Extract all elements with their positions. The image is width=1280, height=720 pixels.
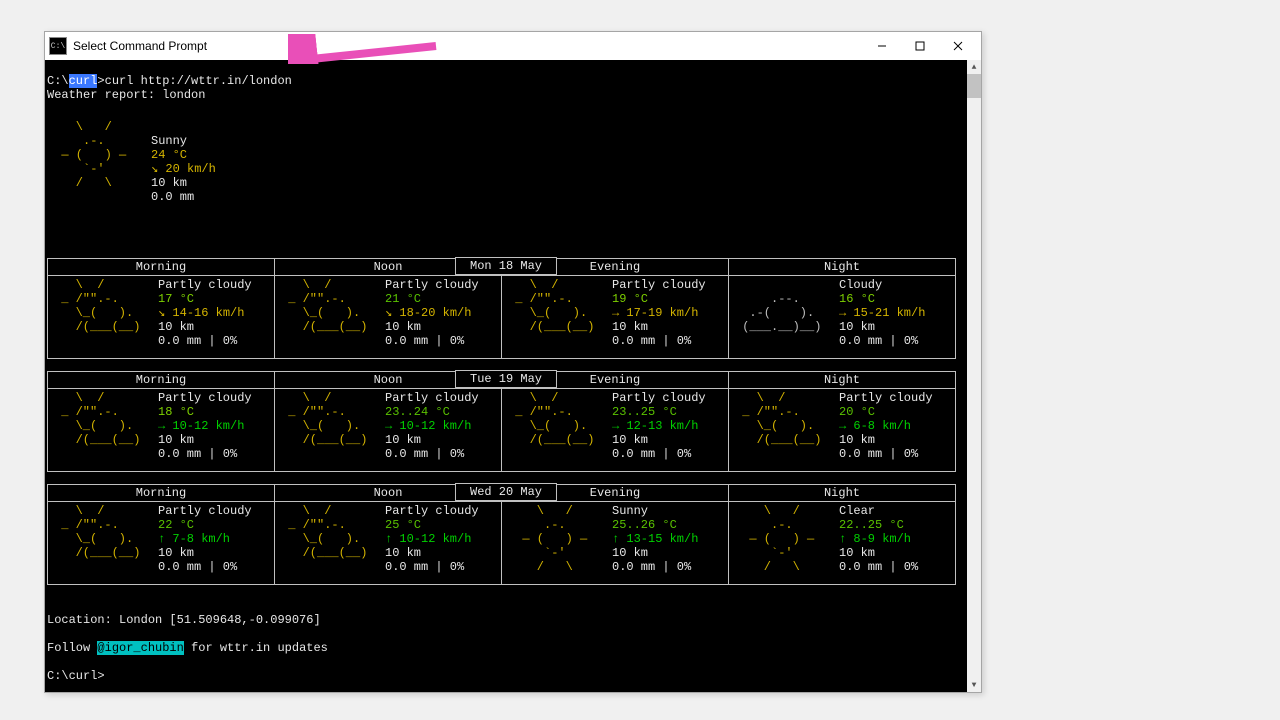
follow-pre: Follow: [47, 641, 97, 655]
forecast-cell: \ / _ /"".-. \_( ). /(___(__) Partly clo…: [729, 389, 956, 472]
period-header: Morning: [48, 372, 275, 389]
current-vis: 10 km: [151, 176, 187, 190]
command-prompt-window: C:\ Select Command Prompt C:\curl>curl h…: [44, 31, 982, 693]
period-header: Night: [729, 372, 956, 389]
maximize-button[interactable]: [901, 35, 939, 57]
final-prompt[interactable]: C:\curl>: [47, 669, 105, 683]
forecast-cell: \ / _ /"".-. \_( ). /(___(__) Partly clo…: [502, 276, 729, 359]
forecast-data: Cloudy 16 °C → 15-21 km/h 10 km 0.0 mm |…: [839, 278, 925, 348]
weather-ascii-icon: \ / _ /"".-. \_( ). /(___(__): [735, 391, 839, 461]
forecast-data: Clear 22..25 °C ↑ 8-9 km/h 10 km 0.0 mm …: [839, 504, 918, 574]
current-ascii: \ / .-. ― ( ) ― `-' / \: [47, 120, 151, 218]
prompt-command: >curl http://wttr.in/london: [97, 74, 291, 88]
current-wind: ↘ 20 km/h: [151, 162, 216, 176]
scroll-up-icon[interactable]: ▲: [967, 60, 981, 74]
period-header: Night: [729, 485, 956, 502]
terminal-body[interactable]: C:\curl>curl http://wttr.in/london Weath…: [45, 60, 981, 692]
forecast-data: Partly cloudy 23..24 °C → 10-12 km/h 10 …: [385, 391, 479, 461]
forecast-date: Wed 20 May: [455, 483, 557, 501]
current-cond: Sunny: [151, 134, 187, 148]
report-header: Weather report: london: [47, 88, 205, 102]
weather-ascii-icon: \ / .-. ― ( ) ― `-' / \: [508, 504, 612, 574]
forecast-date: Tue 19 May: [455, 370, 557, 388]
forecast-day: Tue 19 MayMorningNoonEveningNight \ / _ …: [47, 371, 965, 472]
weather-ascii-icon: \ / _ /"".-. \_( ). /(___(__): [54, 391, 158, 461]
forecast-cell: \ / _ /"".-. \_( ). /(___(__) Partly clo…: [48, 389, 275, 472]
current-weather: \ / .-. ― ( ) ― `-' / \ Sunny 24 °C ↘ 20…: [47, 120, 965, 218]
weather-ascii-icon: \ / _ /"".-. \_( ). /(___(__): [508, 278, 612, 348]
forecast-day: Mon 18 MayMorningNoonEveningNight \ / _ …: [47, 258, 965, 359]
forecast-cell: \ / _ /"".-. \_( ). /(___(__) Partly clo…: [275, 389, 502, 472]
weather-ascii-icon: \ / _ /"".-. \_( ). /(___(__): [54, 278, 158, 348]
weather-ascii-icon: \ / _ /"".-. \_( ). /(___(__): [54, 504, 158, 574]
forecast-cell: \ / _ /"".-. \_( ). /(___(__) Partly clo…: [275, 502, 502, 585]
forecast-data: Partly cloudy 17 °C ↘ 14-16 km/h 10 km 0…: [158, 278, 252, 348]
weather-ascii-icon: \ / .-. ― ( ) ― `-' / \: [735, 504, 839, 574]
weather-ascii-icon: \ / _ /"".-. \_( ). /(___(__): [281, 391, 385, 461]
forecast-data: Partly cloudy 20 °C → 6-8 km/h 10 km 0.0…: [839, 391, 933, 461]
forecast-cell: \ / _ /"".-. \_( ). /(___(__) Partly clo…: [502, 389, 729, 472]
forecast-data: Partly cloudy 23..25 °C → 12-13 km/h 10 …: [612, 391, 706, 461]
follow-post: for wttr.in updates: [184, 641, 328, 655]
close-button[interactable]: [939, 35, 977, 57]
scroll-thumb[interactable]: [967, 74, 981, 98]
forecast-cell: .--. .-( ). (___.__)__) Cloudy 16 °C → 1…: [729, 276, 956, 359]
forecast-day: Wed 20 MayMorningNoonEveningNight \ / _ …: [47, 484, 965, 585]
period-header: Morning: [48, 485, 275, 502]
forecast-cell: \ / .-. ― ( ) ― `-' / \ Sunny 25..26 °C …: [502, 502, 729, 585]
terminal-content[interactable]: C:\curl>curl http://wttr.in/london Weath…: [45, 60, 967, 692]
forecast-cell: \ / _ /"".-. \_( ). /(___(__) Partly clo…: [48, 502, 275, 585]
current-temp: 24 °C: [151, 148, 187, 162]
prompt-selected: curl: [69, 74, 98, 88]
weather-ascii-icon: .--. .-( ). (___.__)__): [735, 278, 839, 348]
forecast-data: Partly cloudy 21 °C ↘ 18-20 km/h 10 km 0…: [385, 278, 479, 348]
weather-ascii-icon: \ / _ /"".-. \_( ). /(___(__): [281, 278, 385, 348]
window-title: Select Command Prompt: [73, 39, 863, 53]
forecast-cell: \ / .-. ― ( ) ― `-' / \ Clear 22..25 °C …: [729, 502, 956, 585]
forecast-cell: \ / _ /"".-. \_( ). /(___(__) Partly clo…: [275, 276, 502, 359]
weather-ascii-icon: \ / _ /"".-. \_( ). /(___(__): [508, 391, 612, 461]
forecast-date: Mon 18 May: [455, 257, 557, 275]
minimize-button[interactable]: [863, 35, 901, 57]
forecast-data: Partly cloudy 19 °C → 17-19 km/h 10 km 0…: [612, 278, 706, 348]
scroll-down-icon[interactable]: ▼: [967, 678, 981, 692]
window-titlebar[interactable]: C:\ Select Command Prompt: [45, 32, 981, 60]
period-header: Morning: [48, 259, 275, 276]
cmd-icon: C:\: [49, 37, 67, 55]
forecast-data: Partly cloudy 25 °C ↑ 10-12 km/h 10 km 0…: [385, 504, 479, 574]
location-line: Location: London [51.509648,-0.099076]: [47, 613, 321, 627]
forecast-data: Sunny 25..26 °C ↑ 13-15 km/h 10 km 0.0 m…: [612, 504, 698, 574]
period-header: Night: [729, 259, 956, 276]
current-rain: 0.0 mm: [151, 190, 194, 204]
forecast-data: Partly cloudy 18 °C → 10-12 km/h 10 km 0…: [158, 391, 252, 461]
forecast-data: Partly cloudy 22 °C ↑ 7-8 km/h 10 km 0.0…: [158, 504, 252, 574]
prompt-prefix: C:\: [47, 74, 69, 88]
scrollbar[interactable]: ▲ ▼: [967, 60, 981, 692]
weather-ascii-icon: \ / _ /"".-. \_( ). /(___(__): [281, 504, 385, 574]
twitter-handle: @igor_chubin: [97, 641, 183, 655]
forecast-cell: \ / _ /"".-. \_( ). /(___(__) Partly clo…: [48, 276, 275, 359]
